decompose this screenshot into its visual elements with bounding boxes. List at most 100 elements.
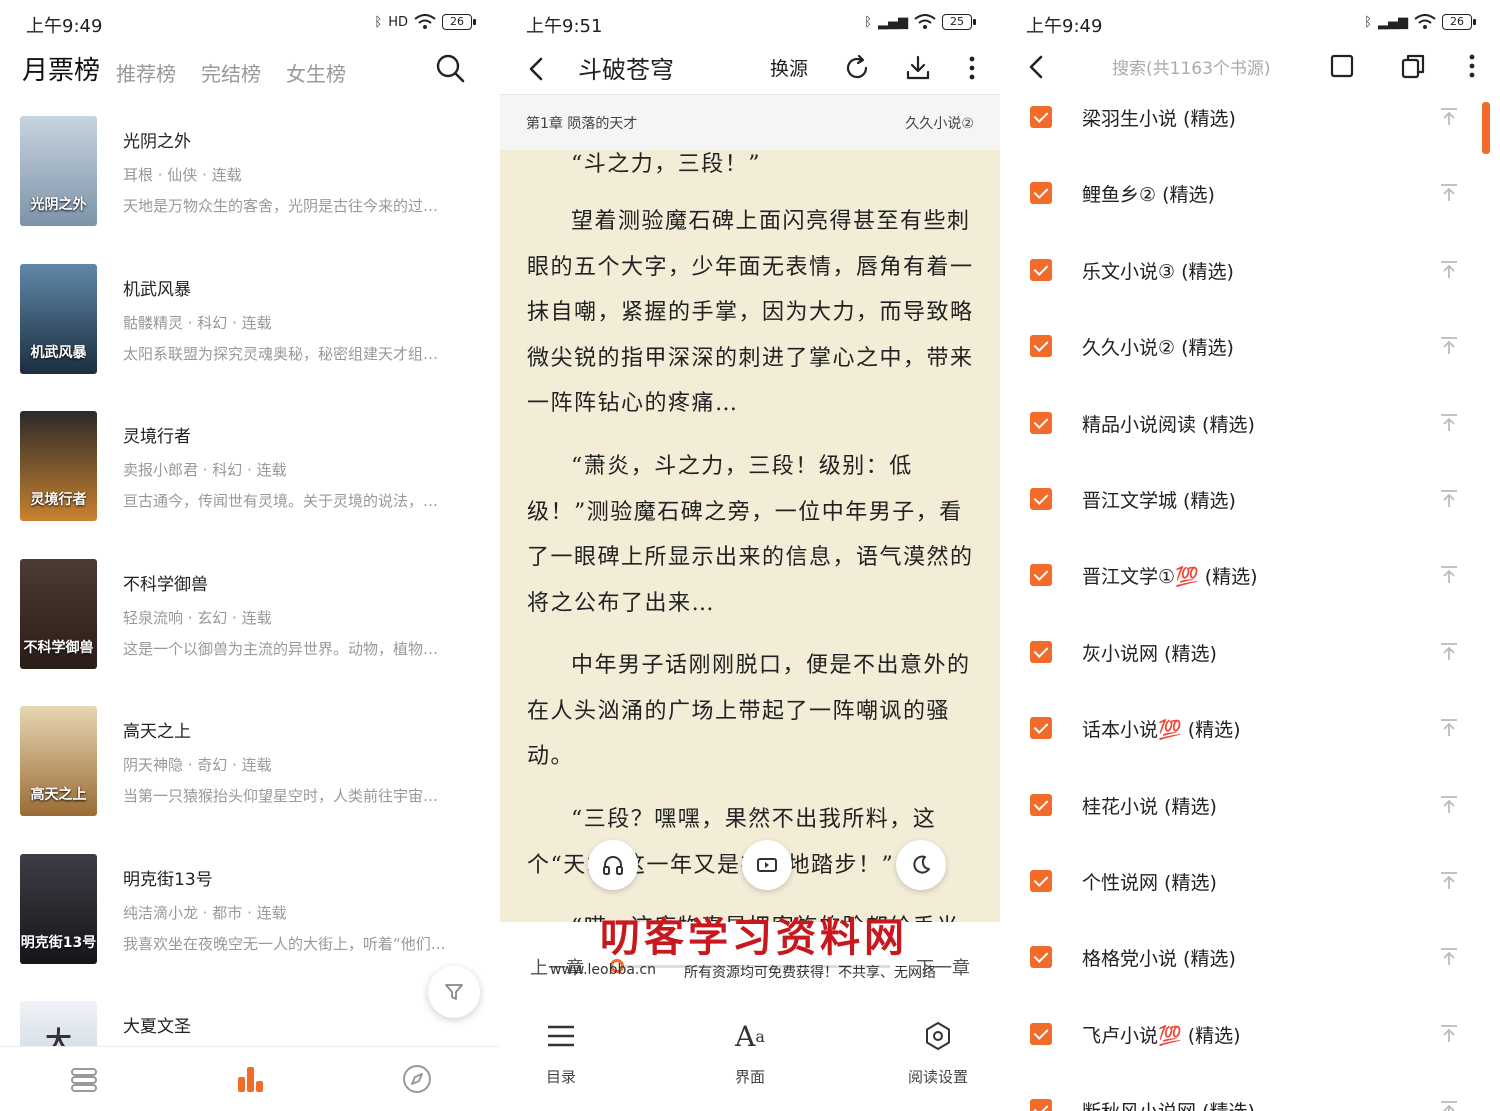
source-checkbox[interactable] [1030,1022,1052,1045]
source-name: 话本小说💯 (精选) [1082,719,1241,742]
book-cover: 明克街13号 [20,853,97,964]
source-item[interactable]: 飞卢小说💯 (精选) [1000,997,1500,1073]
more-icon[interactable] [958,54,986,82]
source-item[interactable]: 格格党小说 (精选) [1000,920,1500,996]
chapter-title: 第1章 陨落的天才 [526,116,638,132]
source-checkbox[interactable] [1030,335,1052,358]
source-name: 精品小说阅读 (精选) [1082,413,1255,436]
menu-toc[interactable]: 目录 [521,1018,601,1087]
source-checkbox[interactable] [1030,793,1052,816]
pin-top-icon[interactable] [1438,1023,1460,1045]
pin-top-icon[interactable] [1438,488,1460,510]
auto-read-icon [757,858,777,872]
tab-female[interactable]: 女生榜 [286,58,346,87]
ranking-screen: 上午9:49 ᛒ HD 26 月票榜 推荐榜 完结榜 女生榜 光阴之外 光阴之外… [0,0,500,1111]
source-checkbox[interactable] [1030,869,1052,892]
back-icon[interactable] [522,54,552,84]
swap-source-button[interactable]: 换源 [770,54,808,81]
listen-button[interactable] [588,840,638,890]
source-checkbox[interactable] [1030,182,1052,205]
source-item[interactable]: 个性说网 (精选) [1000,844,1500,920]
next-chapter-button[interactable]: 下一章 [916,954,970,980]
auto-page-button[interactable] [742,840,792,890]
source-checkbox[interactable] [1030,1099,1052,1111]
pin-top-icon[interactable] [1438,564,1460,586]
source-item[interactable]: 晋江文学城 (精选) [1000,462,1500,538]
source-checkbox[interactable] [1030,258,1052,281]
source-item[interactable]: 精品小说阅读 (精选) [1000,386,1500,462]
paragraph: 望着测验魔石碑上面闪亮得甚至有些刺眼的五个大字，少年面无表情，唇角有着一抹自嘲，… [527,209,974,416]
source-checkbox[interactable] [1030,640,1052,663]
source-name: 乐文小说③ (精选) [1082,260,1234,283]
tab-monthly-ticket[interactable]: 月票榜 [22,50,100,87]
pin-top-icon[interactable] [1438,717,1460,739]
book-item[interactable]: 灵境行者 灵境行者 卖报小郎君 · 科幻 · 连载 亘古通今，传闻世有灵境。关于… [0,407,500,555]
source-checkbox[interactable] [1030,411,1052,434]
book-item[interactable]: 高天之上 高天之上 阴天神隐 · 奇幻 · 连载 当第一只猿猴抬头仰望星空时，人… [0,702,500,850]
pin-top-icon[interactable] [1438,259,1460,281]
search-icon[interactable] [434,52,466,84]
filter-icon [445,984,463,1000]
more-icon[interactable] [1458,52,1486,80]
book-cover: 机武风暴 [20,263,97,374]
source-checkbox[interactable] [1030,106,1052,128]
tab-recommend[interactable]: 推荐榜 [116,58,176,87]
chapter-source[interactable]: 久久小说② [905,113,974,133]
pin-top-icon[interactable] [1438,946,1460,968]
source-item[interactable]: 鲤鱼乡② (精选) [1000,156,1500,232]
book-title: 明克街13号 [123,869,213,890]
refresh-icon[interactable] [843,54,871,82]
discover-icon[interactable] [401,1063,433,1095]
source-item[interactable]: 乐文小说③ (精选) [1000,233,1500,309]
source-name: 飞卢小说💯 (精选) [1082,1024,1241,1047]
status-time: 上午9:49 [1026,16,1103,37]
select-all-icon[interactable] [1328,52,1356,80]
book-list: 光阴之外 光阴之外 耳根 · 仙侠 · 连载 天地是万物众生的客舍，光阴是古往今… [0,112,500,1111]
search-input[interactable]: 搜索(共1163个书源) [1112,54,1271,79]
book-item[interactable]: 机武风暴 机武风暴 骷髅精灵 · 科幻 · 连载 太阳系联盟为探究灵魂奥秘，秘密… [0,260,500,408]
pin-top-icon[interactable] [1438,870,1460,892]
source-checkbox[interactable] [1030,487,1052,510]
download-icon[interactable] [904,54,932,82]
signal-icon: ▂▄▆ [1378,14,1408,30]
tab-completed[interactable]: 完结榜 [201,58,261,87]
night-mode-button[interactable] [896,840,946,890]
source-item[interactable]: 灰小说网 (精选) [1000,615,1500,691]
reading-area[interactable]: “斗之力，三段！” 望着测验魔石碑上面闪亮得甚至有些刺眼的五个大字，少年面无表情… [500,150,1000,922]
book-title: 机武风暴 [123,279,191,300]
wifi-icon [1414,14,1436,29]
pin-top-icon[interactable] [1438,1099,1460,1111]
paragraph: “萧炎，斗之力，三段！级别：低级！”测验魔石碑之旁，一位中年男子，看了一眼碑上所… [527,454,974,616]
pin-top-icon[interactable] [1438,106,1460,128]
back-icon[interactable] [1022,52,1052,82]
source-item[interactable]: 断秋风小说网 (精选) [1000,1073,1500,1111]
source-name: 灰小说网 (精选) [1082,642,1217,665]
book-item[interactable]: 明克街13号 明克街13号 纯洁滴小龙 · 都市 · 连载 我喜欢坐在夜晚空无一… [0,850,500,998]
book-item[interactable]: 光阴之外 光阴之外 耳根 · 仙侠 · 连载 天地是万物众生的客舍，光阴是古往今… [0,112,500,260]
ranking-icon[interactable] [234,1063,266,1095]
source-checkbox[interactable] [1030,946,1052,969]
source-item[interactable]: 话本小说💯 (精选) [1000,691,1500,767]
source-name: 个性说网 (精选) [1082,871,1217,894]
pin-top-icon[interactable] [1438,641,1460,663]
source-item[interactable]: 久久小说② (精选) [1000,309,1500,385]
source-checkbox[interactable] [1030,717,1052,740]
menu-read-settings[interactable]: 阅读设置 [898,1018,978,1087]
book-meta: 卖报小郎君 · 科幻 · 连载 [123,461,287,479]
pin-top-icon[interactable] [1438,794,1460,816]
pin-top-icon[interactable] [1438,182,1460,204]
source-item[interactable]: 梁羽生小说 (精选) [1000,80,1500,156]
copy-icon[interactable] [1399,52,1427,80]
source-item[interactable]: 桂花小说 (精选) [1000,768,1500,844]
pin-top-icon[interactable] [1438,412,1460,434]
menu-interface[interactable]: Aa 界面 [710,1018,790,1087]
bookshelf-icon[interactable] [68,1063,100,1095]
book-item[interactable]: 不科学御兽 不科学御兽 轻泉流响 · 玄幻 · 连载 这是一个以御兽为主流的异世… [0,555,500,703]
source-checkbox[interactable] [1030,564,1052,587]
pin-top-icon[interactable] [1438,335,1460,357]
source-name: 晋江文学城 (精选) [1082,489,1236,512]
filter-button[interactable] [428,966,480,1018]
scrollbar[interactable] [1482,102,1490,154]
source-item[interactable]: 晋江文学①💯 (精选) [1000,538,1500,614]
status-icons: ᛒ ▂▄▆ 25 [864,14,976,30]
